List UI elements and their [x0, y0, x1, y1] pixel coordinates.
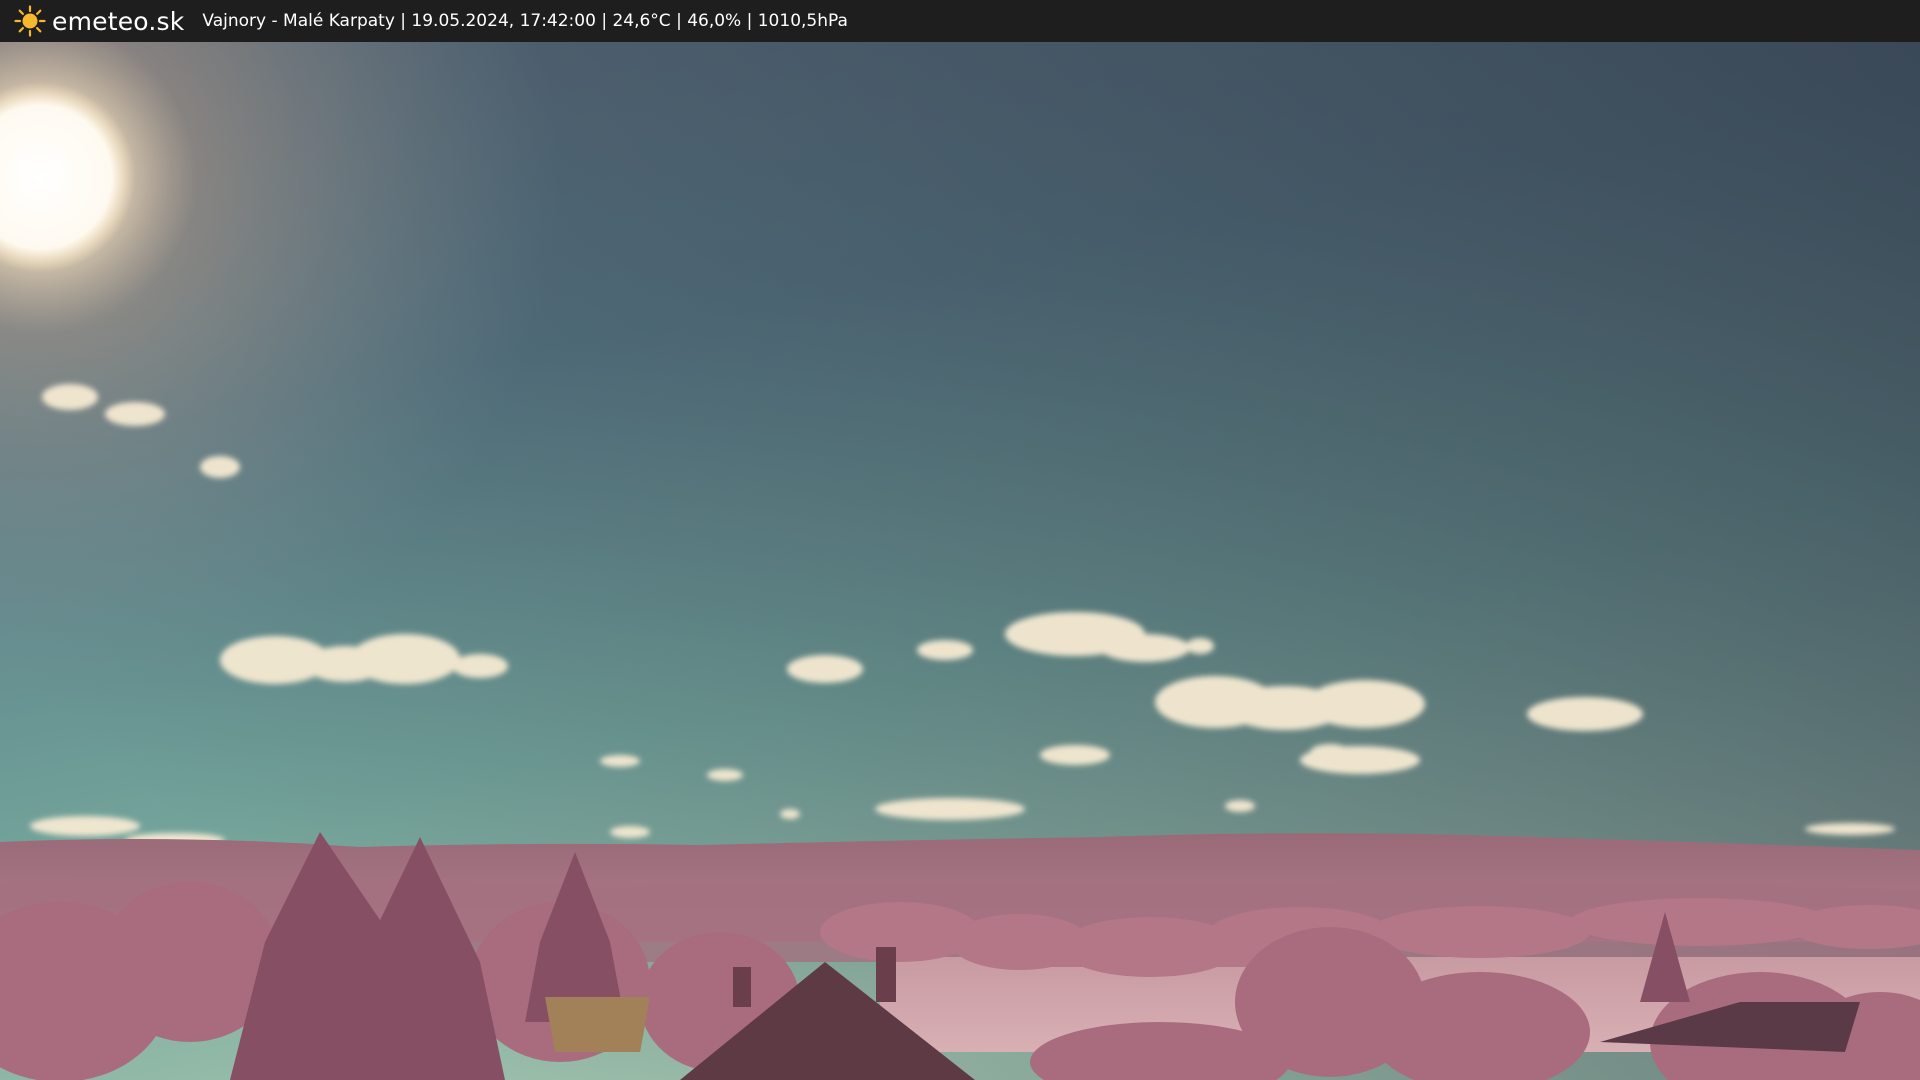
emeteo-logo[interactable]: emeteo.sk — [14, 5, 184, 37]
webcam-info-text: Vajnory - Malé Karpaty | 19.05.2024, 17:… — [202, 11, 848, 31]
top-bar: emeteo.sk Vajnory - Malé Karpaty | 19.05… — [0, 0, 1920, 42]
brand-name: emeteo.sk — [52, 6, 185, 36]
sun-icon — [14, 5, 46, 37]
webcam-image — [0, 42, 1920, 1080]
